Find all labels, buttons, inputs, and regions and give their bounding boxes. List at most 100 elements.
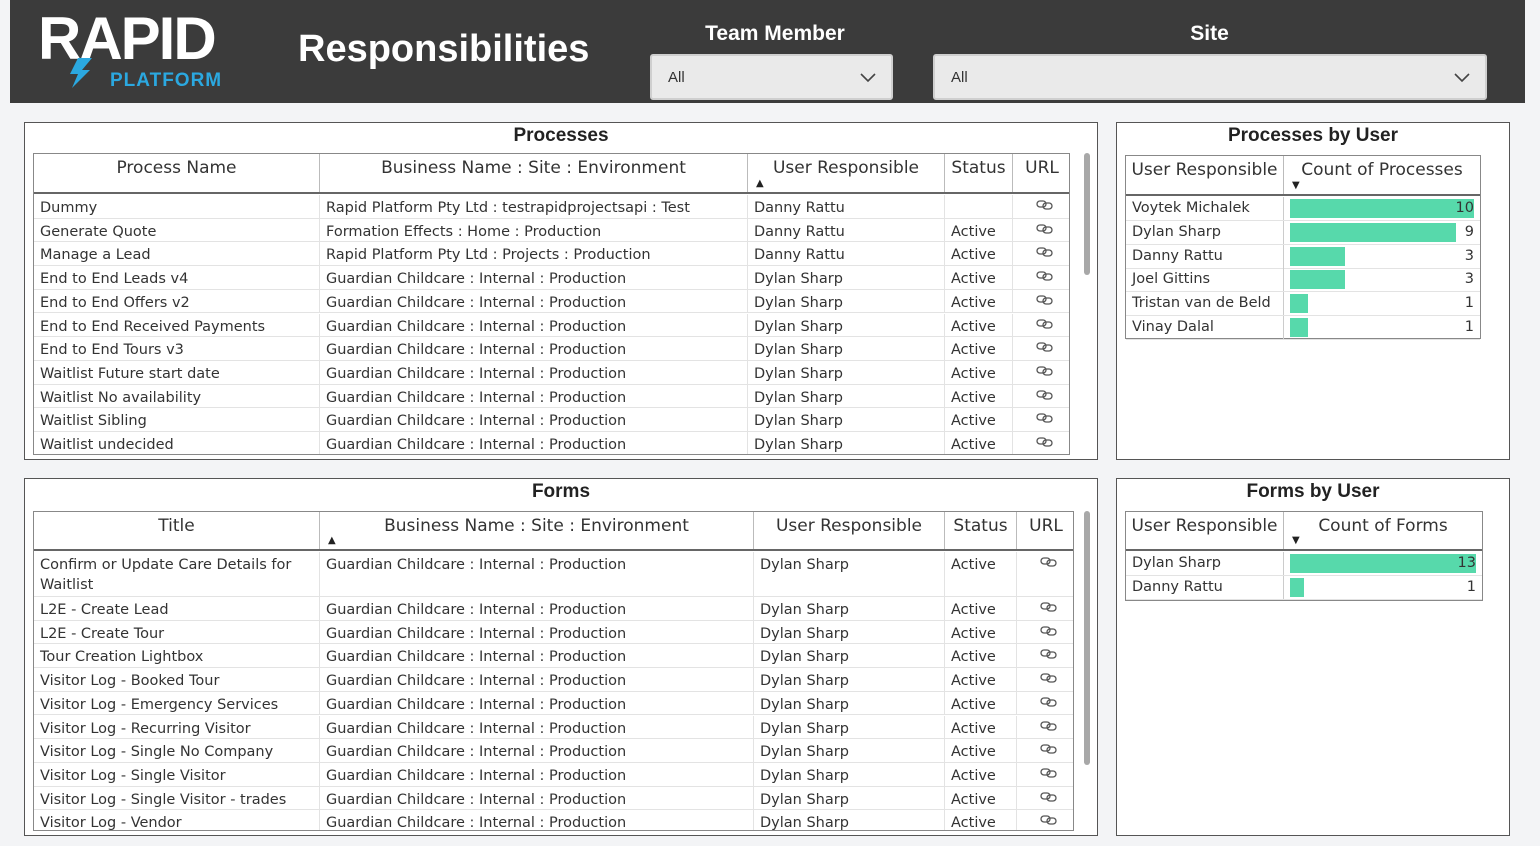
url-cell[interactable] <box>1013 432 1069 454</box>
link-icon[interactable] <box>1040 601 1058 613</box>
link-icon[interactable] <box>1036 246 1054 258</box>
url-cell[interactable] <box>1017 597 1073 620</box>
link-icon[interactable] <box>1040 720 1058 732</box>
table-row[interactable]: Waitlist Sibling Guardian Childcare : Int… <box>34 408 1069 432</box>
url-cell[interactable] <box>1017 552 1073 596</box>
column-header[interactable]: Status <box>945 154 1013 192</box>
url-cell[interactable] <box>1017 787 1073 810</box>
column-header[interactable]: User Responsible ▲ <box>748 154 945 192</box>
column-header[interactable]: Title <box>34 512 320 549</box>
user-name: Vinay Dalal <box>1126 316 1284 339</box>
table-row[interactable]: Visitor Log - Recurring Visitor Guardian … <box>34 715 1073 740</box>
url-cell[interactable] <box>1017 692 1073 715</box>
table-row[interactable]: L2E - Create Tour Guardian Childcare : In… <box>34 620 1073 645</box>
table-row[interactable]: End to End Tours v3 Guardian Childcare : … <box>34 337 1069 361</box>
column-header[interactable]: User Responsible <box>1126 512 1284 549</box>
table-row[interactable]: Visitor Log - Emergency Services Guardian… <box>34 691 1073 716</box>
link-icon[interactable] <box>1040 743 1058 755</box>
url-cell[interactable] <box>1013 195 1069 218</box>
url-cell[interactable] <box>1013 385 1069 408</box>
scroll-thumb[interactable] <box>1084 511 1090 765</box>
link-icon[interactable] <box>1036 436 1054 448</box>
url-cell[interactable] <box>1013 290 1069 313</box>
column-header[interactable]: Business Name : Site : Environment <box>320 154 748 192</box>
bar-row[interactable]: Dylan Sharp 13 <box>1126 552 1482 576</box>
scroll-thumb[interactable] <box>1084 153 1090 275</box>
link-icon[interactable] <box>1036 318 1054 330</box>
table-row[interactable]: Visitor Log - Booked Tour Guardian Childc… <box>34 668 1073 692</box>
table-cell: Dylan Sharp <box>754 762 945 786</box>
table-row[interactable]: Visitor Log - Vendor Guardian Childcare :… <box>34 810 1073 830</box>
link-icon[interactable] <box>1036 389 1054 401</box>
site-dropdown[interactable]: All <box>933 54 1487 100</box>
bar-row[interactable]: Danny Rattu 1 <box>1126 575 1482 600</box>
url-cell[interactable] <box>1013 314 1069 337</box>
table-row[interactable]: End to End Offers v2 Guardian Childcare :… <box>34 289 1069 314</box>
table-row[interactable]: Generate Quote Formation Effects : Home :… <box>34 218 1069 243</box>
table-row[interactable]: Manage a Lead Rapid Platform Pty Ltd : Pr… <box>34 242 1069 267</box>
link-icon[interactable] <box>1040 556 1058 568</box>
link-icon[interactable] <box>1036 341 1054 353</box>
table-row[interactable]: Visitor Log - Single Visitor Guardian Chi… <box>34 762 1073 787</box>
link-icon[interactable] <box>1040 625 1058 637</box>
table-row[interactable]: Waitlist Future start date Guardian Child… <box>34 360 1069 385</box>
bar-row[interactable]: Joel Gittins 3 <box>1126 268 1480 293</box>
link-icon[interactable] <box>1040 672 1058 684</box>
link-icon[interactable] <box>1040 696 1058 708</box>
link-icon[interactable] <box>1036 199 1054 211</box>
url-cell[interactable] <box>1013 266 1069 289</box>
url-cell[interactable] <box>1017 810 1073 830</box>
table-row[interactable]: Confirm or Update Care Details for Waitl… <box>34 552 1073 597</box>
table-row[interactable]: Waitlist undecided Guardian Childcare : I… <box>34 432 1069 454</box>
table-row[interactable]: End to End Leads v4 Guardian Childcare : … <box>34 266 1069 290</box>
link-icon[interactable] <box>1036 294 1054 306</box>
table-row[interactable]: Visitor Log - Single No Company Guardian … <box>34 739 1073 763</box>
bar-row[interactable]: Dylan Sharp 9 <box>1126 220 1480 245</box>
url-cell[interactable] <box>1013 242 1069 265</box>
url-cell[interactable] <box>1013 219 1069 242</box>
column-header[interactable]: Count of Processes ▼ <box>1284 156 1480 194</box>
bar-row[interactable]: Voytek Michalek 10 <box>1126 197 1480 221</box>
team-member-dropdown[interactable]: All <box>650 54 893 100</box>
table-cell: Dylan Sharp <box>748 266 945 289</box>
link-icon[interactable] <box>1040 648 1058 660</box>
url-cell[interactable] <box>1017 621 1073 644</box>
url-cell[interactable] <box>1017 716 1073 739</box>
url-cell[interactable] <box>1017 644 1073 667</box>
link-icon[interactable] <box>1040 814 1058 826</box>
link-icon[interactable] <box>1036 412 1054 424</box>
column-header[interactable]: User Responsible <box>1126 156 1284 194</box>
bar-row[interactable]: Tristan van de Beld 1 <box>1126 292 1480 317</box>
column-header[interactable]: Status <box>945 512 1017 549</box>
column-header[interactable]: User Responsible <box>754 512 945 549</box>
url-cell[interactable] <box>1013 408 1069 431</box>
link-icon[interactable] <box>1036 270 1054 282</box>
link-icon[interactable] <box>1040 791 1058 803</box>
bar-row[interactable]: Vinay Dalal 1 <box>1126 316 1480 340</box>
url-cell[interactable] <box>1017 739 1073 762</box>
url-cell[interactable] <box>1017 668 1073 691</box>
forms-scrollbar[interactable] <box>1084 511 1090 829</box>
link-icon[interactable] <box>1040 767 1058 779</box>
table-cell: Dylan Sharp <box>748 289 945 313</box>
link-icon[interactable] <box>1036 365 1054 377</box>
bar-row[interactable]: Danny Rattu 3 <box>1126 244 1480 269</box>
processes-scrollbar[interactable] <box>1084 153 1090 453</box>
table-row[interactable]: Tour Creation Lightbox Guardian Childcare… <box>34 644 1073 669</box>
url-cell[interactable] <box>1013 337 1069 360</box>
table-row[interactable]: Waitlist No availability Guardian Childca… <box>34 384 1069 409</box>
url-cell[interactable] <box>1013 361 1069 384</box>
table-row[interactable]: L2E - Create Lead Guardian Childcare : In… <box>34 597 1073 621</box>
column-header[interactable]: Count of Forms ▼ <box>1284 512 1482 549</box>
column-header[interactable]: URL <box>1017 512 1073 549</box>
link-icon[interactable] <box>1036 223 1054 235</box>
column-header[interactable]: URL <box>1013 154 1069 192</box>
table-row[interactable]: End to End Received Payments Guardian Chi… <box>34 313 1069 338</box>
table-row[interactable]: Visitor Log - Single Visitor - trades Gua… <box>34 786 1073 811</box>
bar-cell: 13 <box>1284 552 1482 575</box>
column-header[interactable]: Process Name <box>34 154 320 192</box>
url-cell[interactable] <box>1017 763 1073 786</box>
column-header[interactable]: Business Name : Site : Environment ▲ <box>320 512 754 549</box>
table-row[interactable]: Dummy Rapid Platform Pty Ltd : testrapidp… <box>34 195 1069 219</box>
table-cell: Visitor Log - Vendor <box>34 810 320 830</box>
